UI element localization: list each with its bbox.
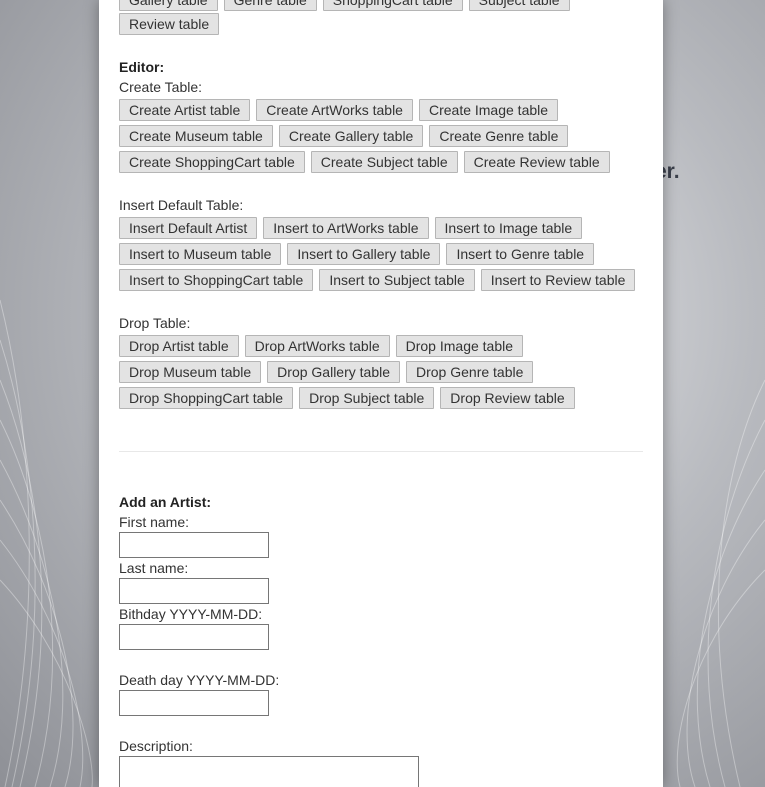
create-row-2: Create Museum table Create Gallery table C… <box>119 125 616 151</box>
create-row-3: Create ShoppingCart table Create Subject … <box>119 151 616 177</box>
birthday-label: Bithday YYYY-MM-DD: <box>119 606 263 622</box>
insert-subject-button[interactable]: Insert to Subject table <box>319 269 475 291</box>
section-divider <box>119 451 643 452</box>
genre-table-button[interactable]: Genre table <box>223 0 317 11</box>
insert-image-button[interactable]: Insert to Image table <box>434 217 583 239</box>
insert-row-1: Insert Default Artist Insert to ArtWorks … <box>119 217 641 243</box>
review-table-button[interactable]: Review table <box>119 13 220 35</box>
insert-default-artist-button[interactable]: Insert Default Artist <box>119 217 258 239</box>
create-row-1: Create Artist table Create ArtWorks table… <box>119 99 616 125</box>
insert-row-2: Insert to Museum table Insert to Gallery … <box>119 243 641 269</box>
drop-image-button[interactable]: Drop Image table <box>395 335 524 357</box>
drop-shoppingcart-button[interactable]: Drop ShoppingCart table <box>119 387 294 409</box>
create-artist-button[interactable]: Create Artist table <box>119 99 251 121</box>
last-name-label: Last name: <box>119 560 189 576</box>
create-table-group: Create Artist table Create ArtWorks table… <box>119 99 616 177</box>
insert-review-button[interactable]: Insert to Review table <box>480 269 636 291</box>
editor-heading: Editor: <box>119 59 165 75</box>
create-subject-button[interactable]: Create Subject table <box>310 151 458 173</box>
insert-artworks-button[interactable]: Insert to ArtWorks table <box>263 217 429 239</box>
gallery-table-button[interactable]: Gallery table <box>119 0 218 11</box>
birthday-field[interactable] <box>119 624 269 650</box>
subject-table-button[interactable]: Subject table <box>468 0 570 11</box>
drop-artist-button[interactable]: Drop Artist table <box>119 335 239 357</box>
create-artworks-button[interactable]: Create ArtWorks table <box>256 99 413 121</box>
first-name-field[interactable] <box>119 532 269 558</box>
drop-museum-button[interactable]: Drop Museum table <box>119 361 262 383</box>
drop-row-1: Drop Artist table Drop ArtWorks table Drop… <box>119 335 581 361</box>
create-table-label: Create Table: <box>119 79 203 95</box>
deathday-field[interactable] <box>119 690 269 716</box>
deathday-label: Death day YYYY-MM-DD: <box>119 672 280 688</box>
insert-row-3: Insert to ShoppingCart table Insert to Su… <box>119 269 641 295</box>
drop-table-label: Drop Table: <box>119 315 191 331</box>
create-genre-button[interactable]: Create Genre table <box>429 125 569 147</box>
create-gallery-button[interactable]: Create Gallery table <box>278 125 424 147</box>
description-label: Description: <box>119 738 193 754</box>
drop-row-3: Drop ShoppingCart table Drop Subject tabl… <box>119 387 581 413</box>
review-button-row: Review table <box>119 13 225 39</box>
first-name-label: First name: <box>119 514 190 530</box>
shoppingcart-table-button[interactable]: ShoppingCart table <box>322 0 463 11</box>
drop-row-2: Drop Museum table Drop Gallery table Drop … <box>119 361 581 387</box>
drop-subject-button[interactable]: Drop Subject table <box>299 387 435 409</box>
create-image-button[interactable]: Create Image table <box>418 99 559 121</box>
insert-gallery-button[interactable]: Insert to Gallery table <box>287 243 441 265</box>
drop-gallery-button[interactable]: Drop Gallery table <box>267 361 400 383</box>
content-panel: Gallery table Genre table ShoppingCart tab… <box>99 0 663 787</box>
insert-table-label: Insert Default Table: <box>119 197 244 213</box>
drop-review-button[interactable]: Drop Review table <box>440 387 575 409</box>
insert-genre-button[interactable]: Insert to Genre table <box>446 243 595 265</box>
create-shoppingcart-button[interactable]: Create ShoppingCart table <box>119 151 305 173</box>
drop-artworks-button[interactable]: Drop ArtWorks table <box>244 335 390 357</box>
drop-genre-button[interactable]: Drop Genre table <box>406 361 534 383</box>
last-name-field[interactable] <box>119 578 269 604</box>
insert-shoppingcart-button[interactable]: Insert to ShoppingCart table <box>119 269 314 291</box>
description-field[interactable] <box>119 756 419 787</box>
insert-table-group: Insert Default Artist Insert to ArtWorks … <box>119 217 641 295</box>
drop-table-group: Drop Artist table Drop ArtWorks table Drop… <box>119 335 581 413</box>
create-museum-button[interactable]: Create Museum table <box>119 125 273 147</box>
add-artist-heading: Add an Artist: <box>119 494 212 510</box>
insert-museum-button[interactable]: Insert to Museum table <box>119 243 282 265</box>
create-review-button[interactable]: Create Review table <box>463 151 610 173</box>
